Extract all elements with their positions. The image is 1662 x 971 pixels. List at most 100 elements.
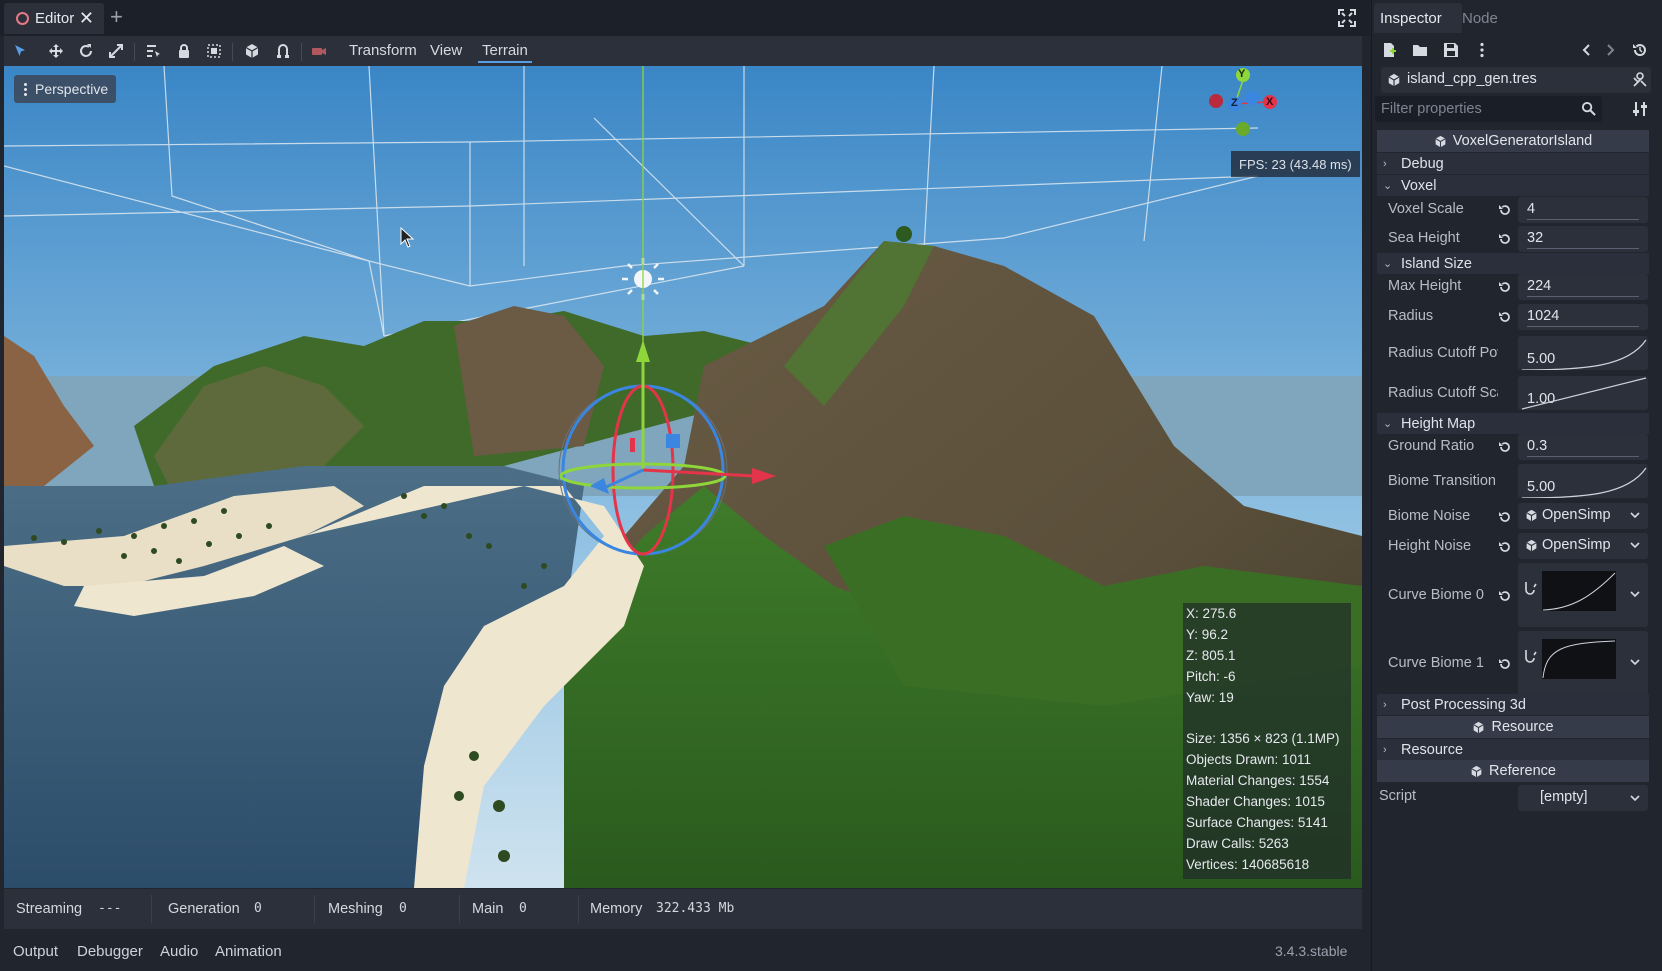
chevron-down-icon[interactable] xyxy=(1630,793,1640,803)
toolbar-separator xyxy=(232,43,233,61)
rotate-tool-icon[interactable] xyxy=(78,43,94,59)
group-icon[interactable] xyxy=(206,43,222,59)
filter-properties-input[interactable]: Filter properties xyxy=(1375,96,1602,122)
revert-icon[interactable] xyxy=(1498,440,1512,454)
meshing-value: 0 xyxy=(399,901,407,916)
bottom-tab-output[interactable]: Output xyxy=(13,943,58,960)
more-options-icon[interactable] xyxy=(1474,42,1490,58)
scale-tool-icon[interactable] xyxy=(108,43,124,59)
curve-icon xyxy=(1525,650,1537,663)
close-tab-icon[interactable]: ✕ xyxy=(79,8,94,29)
chevron-down-icon[interactable] xyxy=(1630,657,1640,667)
status-separator xyxy=(459,895,460,923)
section-height-map-label: Height Map xyxy=(1401,415,1476,432)
prop-max-height-label: Max Height xyxy=(1388,278,1462,294)
open-folder-icon[interactable] xyxy=(1412,42,1428,58)
object-history-icon[interactable] xyxy=(1632,42,1648,58)
3d-viewport[interactable] xyxy=(4,66,1362,888)
add-tab-button[interactable]: + xyxy=(110,4,123,30)
viewport-stat-line: Yaw: 19 xyxy=(1186,689,1234,705)
object-properties-icon[interactable] xyxy=(1632,71,1648,87)
section-height-map[interactable]: ⌄ Height Map xyxy=(1377,413,1649,434)
prop-radius-cutoff-scale-field[interactable]: 1.00 xyxy=(1518,376,1648,410)
prop-biome-noise-field[interactable]: OpenSimp xyxy=(1518,503,1648,529)
chevron-down-icon[interactable] xyxy=(1630,589,1640,599)
history-back-icon[interactable] xyxy=(1579,42,1595,58)
move-tool-icon[interactable] xyxy=(48,43,64,59)
axis-z-label[interactable]: Z xyxy=(1231,97,1238,109)
prop-voxel-scale-field[interactable]: 4 xyxy=(1518,197,1648,223)
list-select-icon[interactable] xyxy=(145,43,161,59)
tab-editor[interactable]: Editor ✕ xyxy=(4,3,104,34)
prop-script-field[interactable]: [empty] xyxy=(1518,785,1648,811)
status-separator xyxy=(151,895,152,923)
prop-biome-transition-field[interactable]: 5.00 xyxy=(1518,464,1648,498)
save-icon[interactable] xyxy=(1443,42,1459,58)
resource-cube-icon xyxy=(1526,539,1537,552)
prop-curve-biome-1-field[interactable] xyxy=(1518,631,1648,695)
revert-icon[interactable] xyxy=(1498,510,1512,524)
revert-icon[interactable] xyxy=(1498,540,1512,554)
tab-inspector[interactable]: Inspector xyxy=(1374,3,1462,33)
section-resource[interactable]: › Resource xyxy=(1377,739,1649,760)
revert-icon[interactable] xyxy=(1498,280,1512,294)
select-tool-icon[interactable] xyxy=(12,43,28,59)
section-voxel-label: Voxel xyxy=(1401,177,1437,194)
viewport-stat-line: Size: 1356 × 823 (1.1MP) xyxy=(1186,731,1340,747)
easing-curve-preview xyxy=(1521,377,1647,410)
terrain-scene xyxy=(4,66,1362,888)
meshing-label: Meshing xyxy=(328,901,383,917)
axis-y-label[interactable]: Y xyxy=(1238,68,1245,80)
revert-icon[interactable] xyxy=(1498,589,1512,603)
prop-sea-height-value: 32 xyxy=(1527,230,1544,246)
tab-node[interactable]: Node xyxy=(1462,3,1502,33)
chevron-down-icon[interactable] xyxy=(1630,510,1640,520)
chevron-down-icon[interactable] xyxy=(1630,540,1640,550)
section-post-processing-label: Post Processing 3d xyxy=(1401,696,1526,713)
generation-label: Generation xyxy=(168,901,240,917)
streaming-label: Streaming xyxy=(16,901,83,917)
editor-tab-bar: Editor ✕ + xyxy=(0,0,1370,36)
bottom-tab-animation[interactable]: Animation xyxy=(215,943,282,960)
menu-terrain[interactable]: Terrain xyxy=(478,40,532,63)
revert-icon[interactable] xyxy=(1498,232,1512,246)
section-post-processing[interactable]: › Post Processing 3d xyxy=(1377,694,1649,715)
revert-icon[interactable] xyxy=(1498,203,1512,217)
chevron-right-icon: › xyxy=(1383,698,1387,711)
prop-script-label: Script xyxy=(1379,788,1417,804)
section-voxel[interactable]: ⌄ Voxel xyxy=(1377,175,1649,196)
menu-view[interactable]: View xyxy=(426,40,466,61)
prop-height-noise-field[interactable]: OpenSimp xyxy=(1518,533,1648,559)
local-space-icon[interactable] xyxy=(244,43,260,59)
axis-x-label[interactable]: X xyxy=(1266,96,1273,108)
section-debug[interactable]: › Debug xyxy=(1377,153,1649,174)
snap-icon[interactable] xyxy=(275,43,291,59)
bottom-tab-debugger[interactable]: Debugger xyxy=(77,943,143,960)
prop-radius-field[interactable]: 1024 xyxy=(1518,304,1648,330)
prop-sea-height-field[interactable]: 32 xyxy=(1518,226,1648,252)
curve-preview xyxy=(1542,571,1616,611)
viewport-stat-line: Pitch: -6 xyxy=(1186,668,1236,684)
revert-icon[interactable] xyxy=(1498,310,1512,324)
prop-ground-ratio-field[interactable]: 0.3 xyxy=(1518,434,1648,460)
perspective-menu-button[interactable]: Perspective xyxy=(14,75,117,103)
prop-radius-cutoff-pow-field[interactable]: 5.00 xyxy=(1518,336,1648,370)
search-icon xyxy=(1581,101,1596,116)
revert-icon[interactable] xyxy=(1498,657,1512,671)
viewport-stat-line: Vertices: 140685618 xyxy=(1186,856,1310,872)
fullscreen-icon[interactable] xyxy=(1338,9,1356,27)
prop-curve-biome-0-field[interactable] xyxy=(1518,563,1648,627)
new-resource-icon[interactable] xyxy=(1381,42,1397,58)
viewport-stat-line: Objects Drawn: 1011 xyxy=(1186,752,1312,768)
menu-transform[interactable]: Transform xyxy=(345,40,421,61)
property-settings-icon[interactable] xyxy=(1632,101,1648,117)
camera-icon[interactable] xyxy=(311,43,327,59)
history-forward-icon[interactable] xyxy=(1602,42,1618,58)
bottom-tab-audio[interactable]: Audio xyxy=(160,943,198,960)
resource-selector[interactable]: island_cpp_gen.tres xyxy=(1381,67,1651,93)
prop-radius-value: 1024 xyxy=(1527,308,1560,324)
filter-placeholder: Filter properties xyxy=(1381,101,1482,117)
section-island-size[interactable]: ⌄ Island Size xyxy=(1377,253,1649,274)
lock-icon[interactable] xyxy=(176,43,192,59)
prop-max-height-field[interactable]: 224 xyxy=(1518,274,1648,300)
